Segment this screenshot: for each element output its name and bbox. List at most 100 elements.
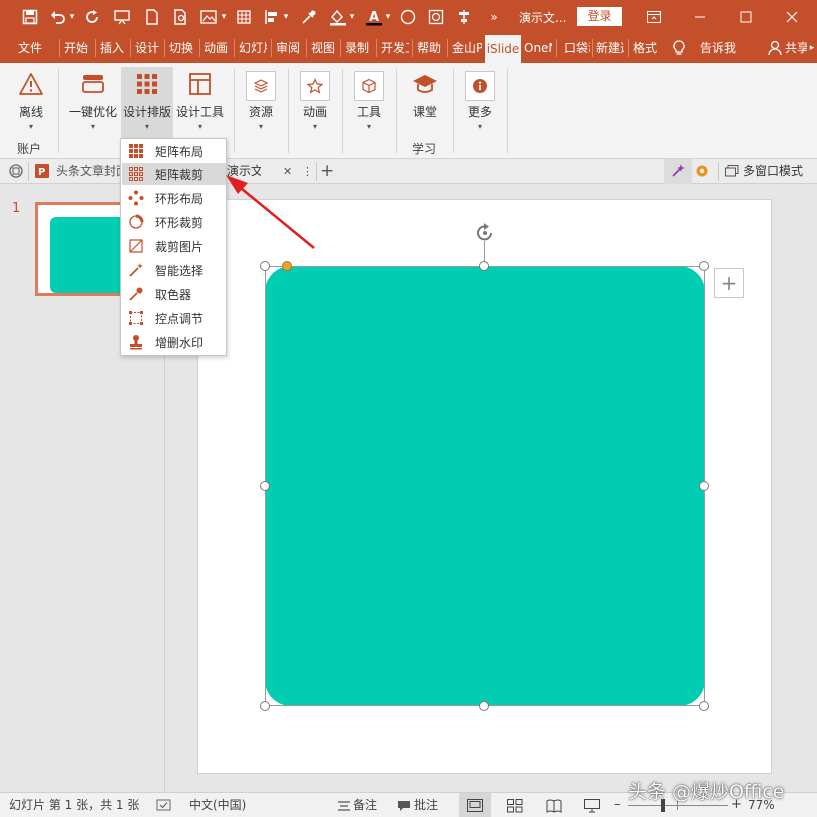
tab-record[interactable]: 录制 [345,33,371,63]
chevron-down-icon[interactable]: ▾ [347,0,357,33]
menu-item-ring-crop[interactable]: 环形裁剪 [122,211,226,233]
offline-button[interactable]: 离线 ▾ [10,67,52,139]
animation-button[interactable]: 动画 ▾ [298,67,332,139]
one-click-optimize-button[interactable]: 一键优化 ▾ [66,67,120,139]
tab-view[interactable]: 视图 [311,33,337,63]
tab-menu-icon[interactable]: ⋮ [302,159,312,184]
scroll-tabs-icon[interactable]: ▸ [807,33,817,63]
normal-view-icon[interactable] [459,793,491,817]
grid-icon[interactable] [234,0,254,33]
distribute-icon[interactable] [453,0,475,33]
close-icon[interactable] [769,0,815,33]
minimize-icon[interactable] [677,0,723,33]
tab-review[interactable]: 审阅 [276,33,302,63]
doc-tab-cover[interactable]: 头条文章封面 [56,159,120,184]
redo-icon[interactable] [82,0,104,33]
language-status[interactable]: 中文(中国) [189,793,246,817]
new-file-icon[interactable] [141,0,163,33]
menu-item-crop-image[interactable]: 裁剪图片 [122,235,226,257]
tab-divider [199,39,200,57]
tab-new-tab[interactable]: 新建选项卡 [596,33,624,63]
menu-item-watermark[interactable]: 增删水印 [122,331,226,353]
resize-handle-s[interactable] [479,701,489,711]
maximize-icon[interactable] [723,0,769,33]
tab-pocket-animation[interactable]: 口袋动画 [564,33,590,63]
tab-onenote[interactable]: OneNote [524,33,552,63]
zoom-out-button[interactable]: – [614,793,621,817]
layout-options-icon[interactable]: + [714,268,744,298]
tab-help[interactable]: 帮助 [417,33,443,63]
multi-window-mode-button[interactable]: 多窗口模式 [743,159,817,184]
tab-developer[interactable]: 开发工具 [381,33,409,63]
resize-handle-sw[interactable] [260,701,270,711]
slideshow-icon[interactable] [584,793,600,817]
menu-item-matrix-layout[interactable]: 矩阵布局 [122,140,226,162]
notes-button[interactable]: 备注 [353,793,377,817]
target-icon[interactable] [425,0,447,33]
ribbon-display-icon[interactable] [631,0,677,33]
presenter-icon[interactable] [111,0,135,33]
save-icon[interactable] [18,0,42,33]
menu-item-ring-layout[interactable]: 环形布局 [122,187,226,209]
resize-handle-nw[interactable] [260,261,270,271]
resize-handle-ne[interactable] [699,261,709,271]
picture-icon[interactable] [198,0,220,33]
more-button[interactable]: 更多 ▾ [463,67,497,139]
chevron-down-icon[interactable]: ▾ [281,0,291,33]
eyedropper-icon[interactable] [298,0,320,33]
settings-gear-icon[interactable] [694,159,714,184]
design-layout-button[interactable]: 设计排版 ▾ [121,67,173,139]
resize-handle-w[interactable] [260,481,270,491]
menu-item-color-picker[interactable]: 取色器 [122,283,226,305]
chevron-down-icon[interactable]: ▾ [383,0,393,33]
tab-transitions[interactable]: 切换 [169,33,195,63]
menu-item-smart-select[interactable]: 智能选择 [122,259,226,281]
resources-button[interactable]: 资源 ▾ [244,67,278,139]
resize-handle-se[interactable] [699,701,709,711]
spell-check-icon[interactable] [156,793,174,817]
tab-kingsoft-pdf[interactable]: 金山PDF [452,33,482,63]
corner-adjust-handle[interactable] [282,261,292,271]
close-tab-icon[interactable]: ✕ [283,159,295,184]
tab-slideshow[interactable]: 幻灯片放映 [239,33,267,63]
classroom-button[interactable]: 课堂 [406,67,444,139]
resize-handle-e[interactable] [699,481,709,491]
tell-me-search[interactable]: 告诉我 [700,33,740,63]
group-divider [453,69,454,153]
tab-insert[interactable]: 插入 [100,33,126,63]
undo-dropdown-icon[interactable]: ▾ [67,0,77,33]
fill-color-icon[interactable] [327,0,349,33]
more-commands-icon[interactable]: » [486,0,502,33]
tabs-overview-icon[interactable] [8,159,26,184]
new-tab-button[interactable]: + [320,159,336,184]
resize-handle-n[interactable] [479,261,489,271]
reading-view-icon[interactable] [546,793,562,817]
tab-islide[interactable]: iSlide [485,35,521,63]
tools-button[interactable]: 工具 ▾ [352,67,386,139]
comments-button[interactable]: 批注 [414,793,438,817]
rounded-rectangle-shape[interactable] [265,266,705,706]
print-preview-icon[interactable] [170,0,192,33]
tab-file[interactable]: 文件 [18,33,44,63]
share-button[interactable]: 共享 [785,33,807,63]
chevron-down-icon[interactable]: ▾ [219,0,229,33]
tab-format[interactable]: 格式 [633,33,659,63]
lightbulb-icon[interactable] [673,33,687,63]
undo-icon[interactable] [48,0,68,33]
user-icon[interactable] [768,33,782,63]
tab-home[interactable]: 开始 [64,33,90,63]
login-button[interactable]: 登录 [577,7,622,26]
design-tools-button[interactable]: 设计工具 ▾ [174,67,226,139]
doc-tab-presentation2[interactable]: 演示文稿2 [227,159,261,184]
magic-icon[interactable] [664,159,692,184]
menu-item-control-point-adjust[interactable]: 控点调节 [122,307,226,329]
slide-sorter-icon[interactable] [507,793,523,817]
svg-text:A: A [369,10,379,25]
align-icon[interactable] [262,0,282,33]
tab-design[interactable]: 设计 [135,33,161,63]
tab-animations[interactable]: 动画 [204,33,230,63]
font-color-icon[interactable]: A [363,0,385,33]
circle-icon[interactable] [397,0,419,33]
rotate-handle-icon[interactable] [473,222,497,244]
menu-item-matrix-crop[interactable]: 矩阵裁剪 [122,163,226,185]
